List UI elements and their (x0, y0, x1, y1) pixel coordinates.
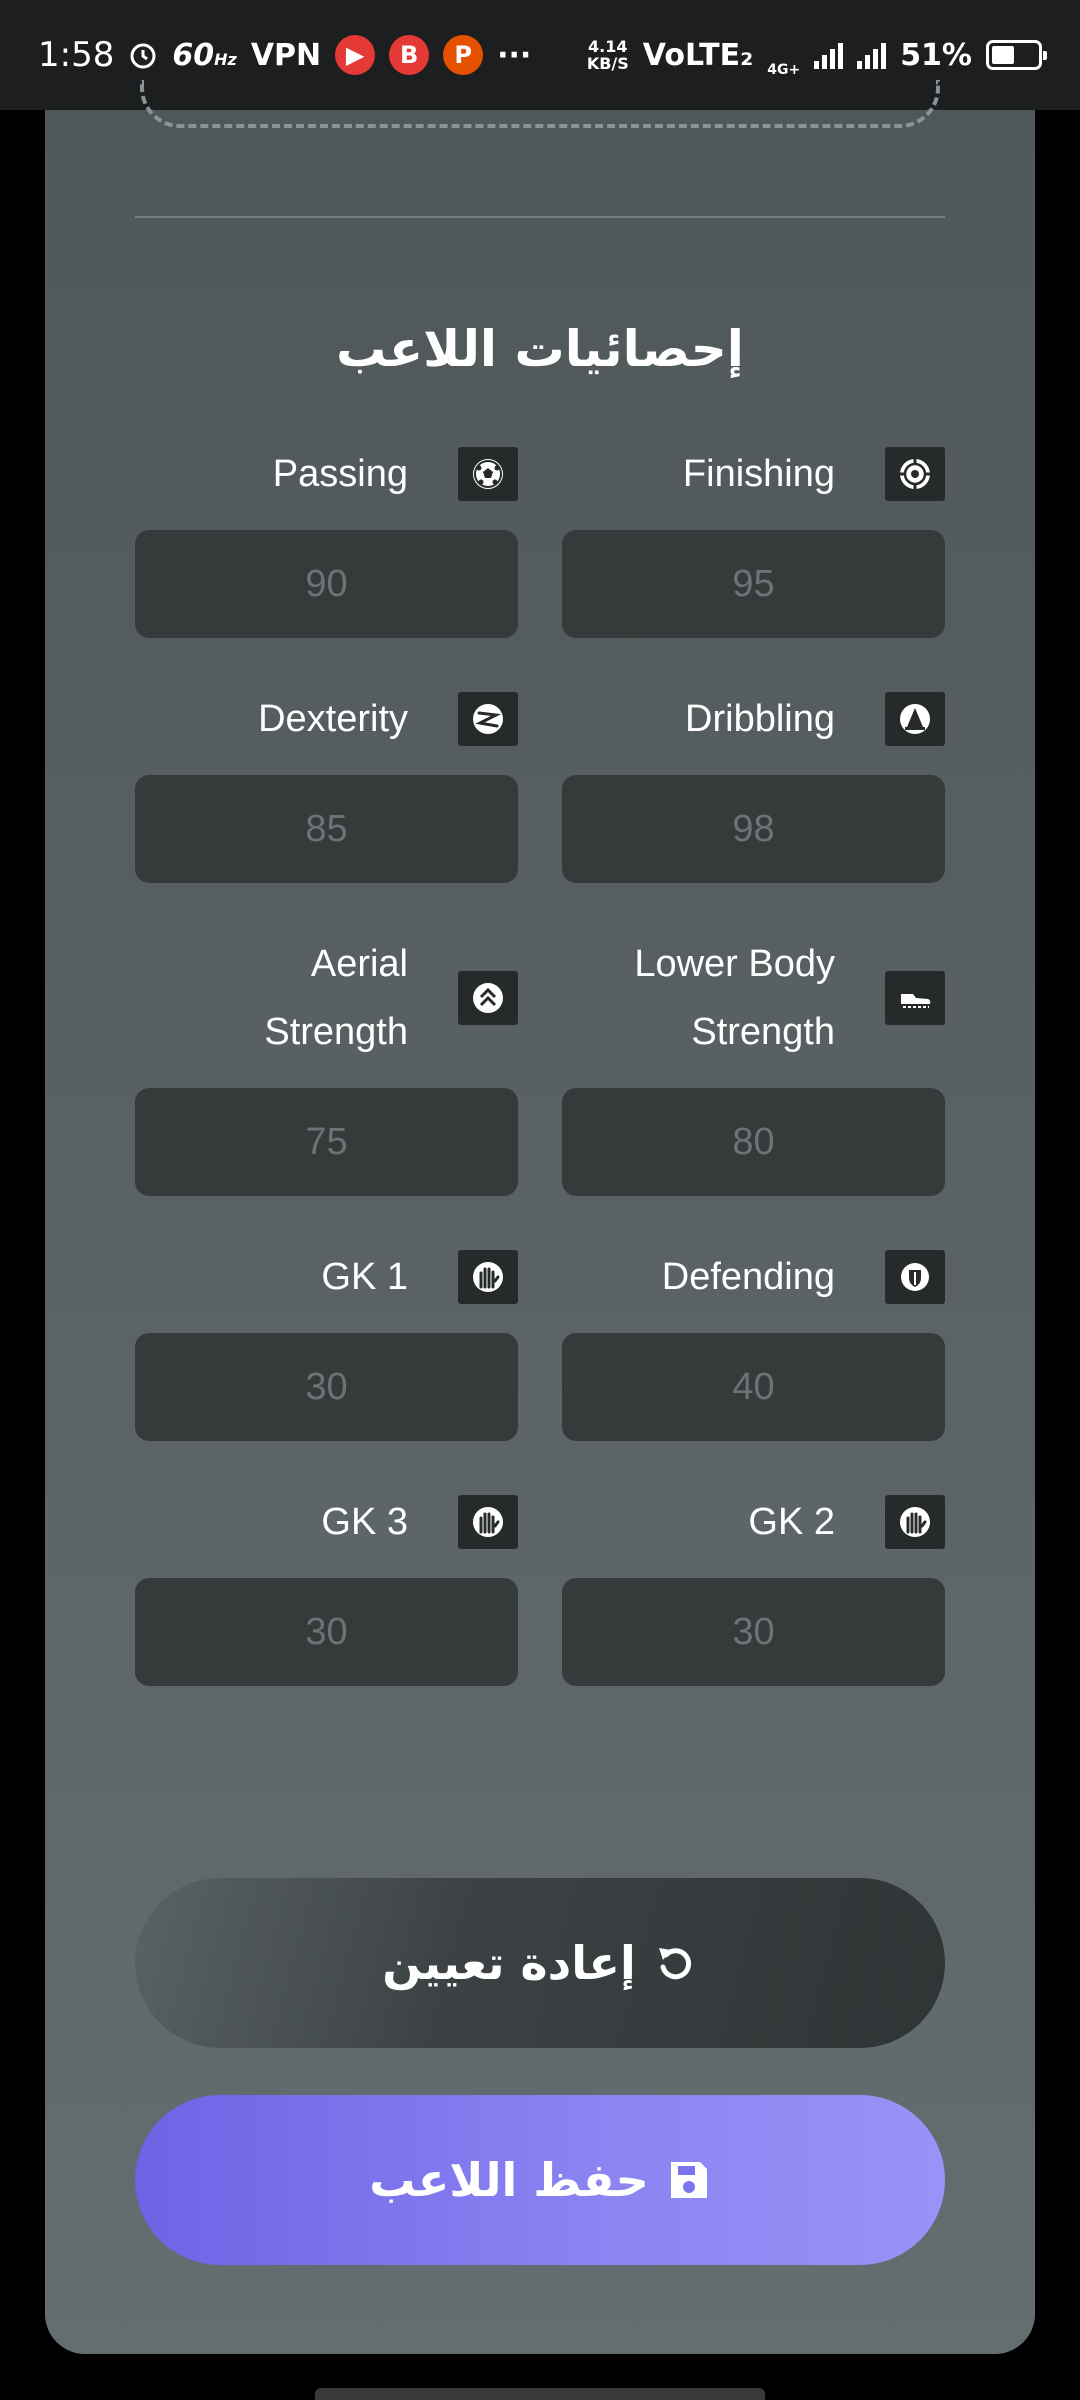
stat-gk-1: GK 1 (135, 1243, 518, 1441)
more-notifications-icon: ··· (497, 37, 532, 73)
floppy-disk-icon (670, 2162, 707, 2198)
goalkeeper-glove-3-icon (458, 1495, 518, 1549)
player-stats-card: إحصائيات اللاعب Passing Finishing (45, 80, 1035, 2354)
stat-gk-2: GK 2 (562, 1488, 945, 1686)
goalkeeper-glove-1-icon (458, 1250, 518, 1304)
reset-button-label: إعادة تعيين (382, 1936, 636, 1990)
home-indicator[interactable] (315, 2388, 765, 2400)
target-icon (885, 447, 945, 501)
stat-label-finishing: Finishing (682, 453, 835, 495)
refresh-rate-value: 60 (172, 37, 215, 73)
network-speed-unit: KB/S (586, 54, 629, 73)
stats-grid: Passing Finishing Dexterity (135, 440, 945, 1686)
stat-label-passing: Passing (272, 453, 408, 495)
dashed-upload-area-edge (140, 80, 940, 128)
section-title: إحصائيات اللاعب (336, 320, 744, 378)
reset-button[interactable]: إعادة تعيين (135, 1878, 945, 2048)
dexterity-icon (458, 692, 518, 746)
signal-2-icon (857, 41, 887, 69)
double-chevron-up-icon (458, 971, 518, 1025)
stat-label-gk-3: GK 3 (321, 1501, 408, 1543)
network-speed-value: 4.14 (588, 37, 628, 56)
stat-label-gk-1: GK 1 (321, 1256, 408, 1298)
signal-icon (814, 41, 844, 69)
gk-1-input[interactable] (135, 1333, 518, 1441)
stat-label-dribbling: Dribbling (685, 698, 835, 740)
stat-lower-body-strength: Lower Body Strength (562, 930, 945, 1196)
battery-percent: 51% (900, 37, 972, 73)
stat-defending: Defending (562, 1243, 945, 1441)
stat-label-gk-2: GK 2 (748, 1501, 835, 1543)
p-app-icon: P (443, 35, 484, 75)
stat-label-defending: Defending (661, 1256, 835, 1298)
save-button-label: حفظ اللاعب (369, 2153, 649, 2207)
stat-aerial-strength: Aerial Strength (135, 930, 518, 1196)
stat-label-lower-body-strength: Lower Body Strength (634, 943, 835, 1053)
finishing-input[interactable] (562, 530, 945, 638)
stat-gk-3: GK 3 (135, 1488, 518, 1686)
youtube-icon: ▶ (335, 35, 376, 75)
battery-icon (986, 40, 1047, 70)
undo-icon (658, 1948, 691, 1980)
volte-indicator: VoLTE₂ (642, 37, 754, 73)
save-player-button[interactable]: حفظ اللاعب (135, 2095, 945, 2265)
goalkeeper-glove-2-icon (885, 1495, 945, 1549)
stat-dexterity: Dexterity (135, 685, 518, 883)
refresh-rate: 60Hz (172, 38, 236, 73)
dribbling-input[interactable] (562, 775, 945, 883)
lower-body-strength-input[interactable] (562, 1088, 945, 1196)
dexterity-input[interactable] (135, 775, 518, 883)
cone-icon (885, 692, 945, 746)
gk-2-input[interactable] (562, 1578, 945, 1686)
status-time: 1:58 (38, 35, 115, 75)
stat-finishing: Finishing (562, 440, 945, 638)
vpn-indicator: VPN (250, 37, 322, 73)
stat-label-aerial-strength: Aerial Strength (264, 943, 408, 1053)
stat-label-dexterity: Dexterity (258, 698, 408, 740)
network-speed: 4.14 KB/S (587, 38, 629, 72)
boot-icon (885, 971, 945, 1025)
gk-3-input[interactable] (135, 1578, 518, 1686)
divider (135, 216, 945, 218)
brave-b-icon: B (389, 35, 430, 75)
defending-input[interactable] (562, 1333, 945, 1441)
status-bar-right: 4.14 KB/S VoLTE₂ 4G+ 51% (587, 32, 1047, 78)
stat-dribbling: Dribbling (562, 685, 945, 883)
alarm-icon (130, 43, 156, 69)
refresh-rate-unit: Hz (214, 49, 237, 69)
passing-input[interactable] (135, 530, 518, 638)
shield-icon (885, 1250, 945, 1304)
soccer-ball-icon (458, 447, 518, 501)
network-type: 4G+ (767, 62, 801, 78)
status-bar-left: 1:58 60Hz VPN ▶ B P ··· (38, 35, 531, 75)
aerial-strength-input[interactable] (135, 1088, 518, 1196)
stat-passing: Passing (135, 440, 518, 638)
